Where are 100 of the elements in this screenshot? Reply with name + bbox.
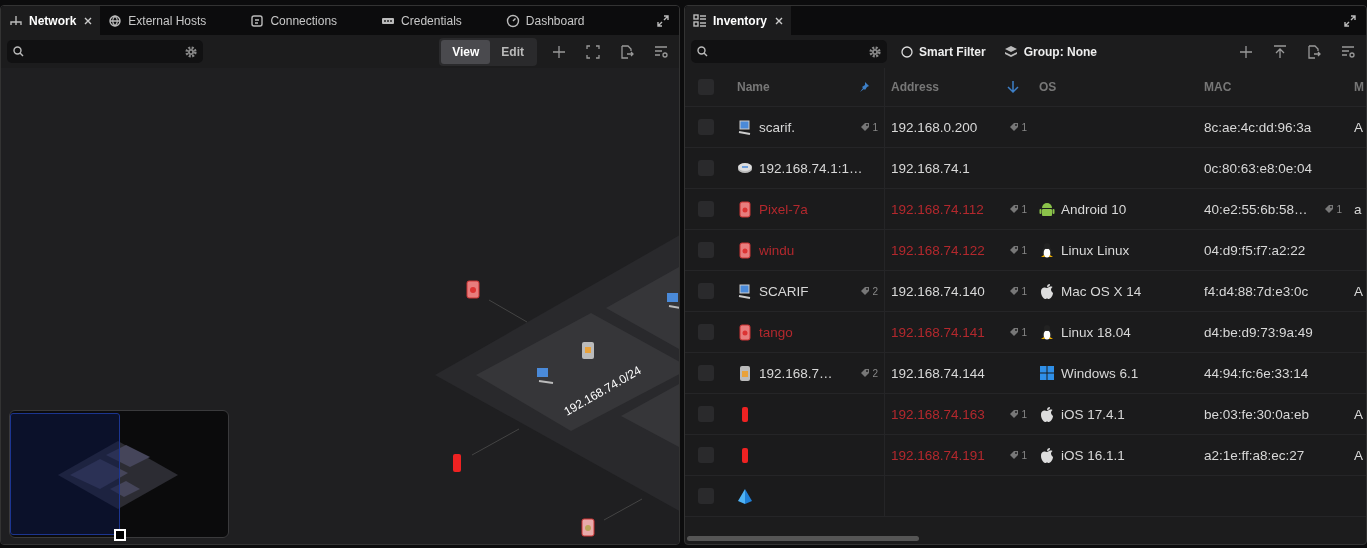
ip-address: 192.168.0.200	[891, 119, 978, 135]
android-icon	[1039, 201, 1055, 217]
tag-icon	[1009, 122, 1020, 132]
plus-icon[interactable]	[1239, 44, 1253, 59]
ip-address: 192.168.74.140	[891, 283, 985, 299]
mac-address: 8c:ae:4c:dd:96:3a	[1204, 119, 1312, 135]
tab[interactable]: Dashboard	[497, 6, 621, 35]
computer-icon[interactable]	[537, 368, 554, 384]
computer-icon	[737, 282, 753, 300]
ip-address: 192.168.74.112	[891, 201, 984, 217]
close-icon[interactable]	[84, 16, 93, 25]
mac-address: be:03:fe:30:0a:eb	[1204, 406, 1310, 422]
pin-icon[interactable]	[858, 81, 870, 93]
tag-count: 1	[1021, 203, 1027, 215]
tag-count: 1	[1336, 203, 1342, 215]
search-field[interactable]	[7, 40, 203, 63]
device-name[interactable]: 192.168.74.1:1…	[759, 160, 863, 176]
export-icon[interactable]	[1307, 44, 1321, 59]
tab[interactable]: Network	[1, 6, 101, 35]
plus-icon[interactable]	[552, 44, 566, 59]
search-field[interactable]	[691, 40, 887, 63]
column-header[interactable]: MAC	[1198, 68, 1348, 106]
tag-icon	[1009, 245, 1020, 255]
ip-address: 192.168.74.191	[891, 447, 985, 463]
tag-count: 1	[1021, 408, 1027, 420]
network-icon	[9, 13, 23, 28]
device-icon[interactable]	[466, 280, 480, 299]
tag-icon	[1009, 286, 1020, 296]
mode-button[interactable]: Edit	[490, 39, 535, 64]
device-name[interactable]: SCARIF	[759, 283, 809, 299]
gear-icon[interactable]	[185, 45, 197, 58]
tag-icon	[1009, 327, 1020, 337]
list-icon	[693, 13, 707, 28]
tag-icon	[1009, 450, 1020, 460]
column-settings-icon[interactable]	[1341, 44, 1355, 59]
search-icon	[697, 46, 708, 57]
search-icon	[13, 46, 24, 57]
tag-count: 1	[1021, 326, 1027, 338]
column-settings-icon[interactable]	[654, 44, 668, 59]
column-header[interactable]: Address	[885, 68, 1033, 106]
smart-filter-toggle[interactable]: Smart Filter	[897, 44, 990, 59]
os-name: Linux 18.04	[1061, 324, 1131, 340]
tag-icon	[860, 286, 871, 296]
group-button[interactable]: Group: None	[999, 44, 1101, 59]
mode-button[interactable]: View	[441, 39, 491, 64]
tag-count: 2	[872, 285, 878, 297]
maximize-icon[interactable]	[1343, 13, 1357, 28]
export-icon[interactable]	[620, 44, 634, 59]
table-cell: a	[1354, 201, 1362, 217]
column-header[interactable]: OS	[1033, 68, 1198, 106]
mac-address: f4:d4:88:7d:e3:0c	[1204, 283, 1309, 299]
fullscreen-icon[interactable]	[586, 44, 600, 59]
table-cell: A	[1354, 283, 1363, 299]
gauge-icon	[505, 13, 520, 28]
layers-icon	[1003, 44, 1018, 59]
link-line	[471, 428, 520, 456]
os-name: Mac OS X 14	[1061, 283, 1142, 299]
upload-icon[interactable]	[1273, 44, 1287, 59]
sort-arrow-icon[interactable]	[1007, 80, 1019, 94]
apple-icon	[1039, 447, 1055, 463]
ip-address: 192.168.74.122	[891, 242, 985, 258]
close-icon[interactable]	[775, 16, 783, 25]
tag-icon	[860, 368, 871, 378]
mac-address: 40:e2:55:6b:58…	[1204, 201, 1308, 217]
maximize-icon[interactable]	[656, 13, 670, 28]
gear-icon[interactable]	[869, 45, 881, 58]
tag-count: 1	[872, 121, 878, 133]
table-cell: A	[1354, 119, 1363, 135]
os-name: Android 10	[1061, 201, 1127, 217]
tag-count: 2	[872, 367, 878, 379]
scrollbar[interactable]	[687, 536, 919, 541]
tab[interactable]: External Hosts	[100, 6, 243, 35]
tag-icon	[1324, 204, 1335, 214]
windows-icon	[1039, 365, 1055, 381]
tag-icon	[1009, 409, 1020, 419]
device-name[interactable]: scarif.	[759, 119, 795, 135]
tab[interactable]: Credentials	[373, 6, 498, 35]
column-header[interactable]: M	[1348, 68, 1366, 106]
ip-address: 192.168.74.141	[891, 324, 985, 340]
tag-count: 1	[1021, 449, 1027, 461]
ip-address: 192.168.74.144	[891, 365, 985, 381]
mac-address: 0c:80:63:e8:0e:04	[1204, 160, 1313, 176]
mac-address: 04:d9:f5:f7:a2:22	[1204, 242, 1306, 258]
tab[interactable]: Connections	[242, 6, 374, 35]
resize-handle[interactable]	[114, 529, 126, 541]
tag-count: 1	[1021, 121, 1027, 133]
device-icon	[737, 200, 753, 218]
tag-count: 1	[1021, 244, 1027, 256]
column-header[interactable]: Name	[723, 68, 885, 106]
tag-icon	[1009, 204, 1020, 214]
link-line	[603, 498, 643, 521]
device-name[interactable]: 192.168.7…	[759, 365, 833, 381]
device-icon[interactable]	[581, 518, 595, 537]
note-icon	[250, 13, 265, 28]
penguin-icon	[1039, 324, 1055, 340]
tab[interactable]: Inventory	[685, 6, 791, 35]
computer-icon[interactable]	[667, 293, 679, 309]
table-cell: A	[1354, 447, 1363, 463]
device-icon	[737, 323, 753, 341]
os-name: Windows 6.1	[1061, 365, 1139, 381]
